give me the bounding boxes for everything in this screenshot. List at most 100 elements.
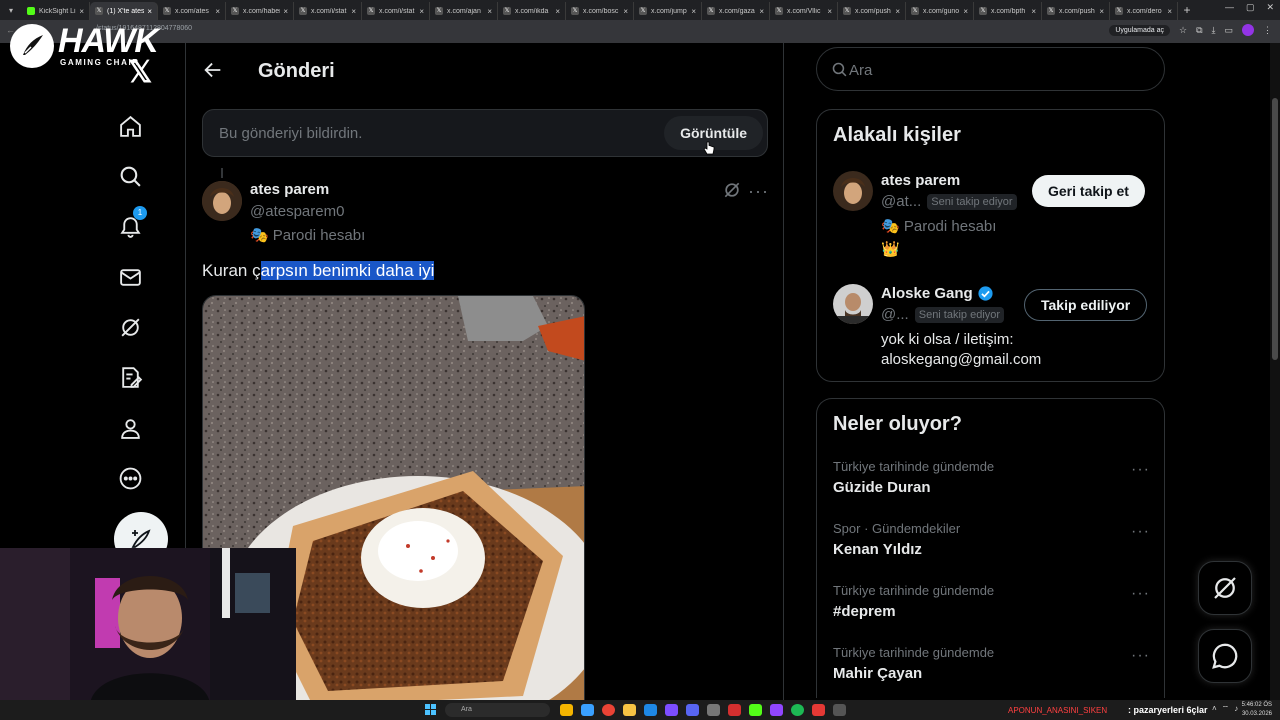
kick-icon[interactable]	[749, 704, 762, 716]
nav-explore-icon[interactable]	[116, 162, 144, 190]
browser-tab[interactable]: 𝕏x.com/ajan ×	[430, 2, 498, 20]
tab-close-icon[interactable]: ×	[759, 7, 764, 16]
trend-more-icon[interactable]: ···	[1131, 585, 1150, 603]
tweet-author-handle[interactable]: @atesparem0	[250, 203, 344, 220]
tray-chevron-icon[interactable]: ˄	[1212, 704, 1217, 714]
scrollbar-thumb[interactable]	[1272, 98, 1278, 360]
browser-tab[interactable]: 𝕏x.com/dero ×	[1110, 2, 1178, 20]
relevant-person-handle-text[interactable]: @at...	[881, 193, 921, 210]
trend-more-icon[interactable]: ···	[1131, 461, 1150, 479]
tab-close-icon[interactable]: ×	[215, 7, 220, 16]
grok-floating-button[interactable]	[1198, 561, 1252, 615]
tab-close-icon[interactable]: ×	[895, 7, 900, 16]
relevant-person-avatar[interactable]	[833, 171, 873, 211]
nav-lists-icon[interactable]	[116, 363, 144, 391]
sidebar-toggle-icon[interactable]: ▭	[1224, 25, 1233, 36]
taskbar-app-icon[interactable]	[665, 704, 678, 716]
tab-close-icon[interactable]: ×	[1167, 7, 1172, 16]
tab-close-icon[interactable]: ×	[691, 7, 696, 16]
taskbar-app-icon[interactable]	[812, 704, 825, 716]
discord-icon[interactable]	[686, 704, 699, 716]
trend-more-icon[interactable]: ···	[1131, 523, 1150, 541]
browser-tab[interactable]: 𝕏x.com/push ×	[1042, 2, 1110, 20]
tab-close-icon[interactable]: ×	[283, 7, 288, 16]
trend-item[interactable]: Türkiye tarihinde gündemde Güzide Duran …	[833, 459, 1150, 509]
browser-menu-icon[interactable]: ⋮	[1263, 25, 1272, 36]
volume-icon[interactable]: ♪	[1234, 704, 1238, 714]
windows-start-icon[interactable]	[425, 704, 436, 715]
tab-close-icon[interactable]: ×	[147, 7, 152, 16]
trend-item[interactable]: Türkiye tarihinde gündemde Mahir Çayan ·…	[833, 645, 1150, 695]
twitch-icon[interactable]	[770, 704, 783, 716]
open-in-app-button[interactable]: Uygulamada aç	[1109, 24, 1170, 36]
nav-grok-icon[interactable]	[116, 313, 144, 341]
tab-search-menu-icon[interactable]: ▾	[0, 0, 22, 20]
tweet-author-avatar[interactable]	[202, 181, 242, 221]
search-input[interactable]	[849, 56, 1139, 84]
tab-close-icon[interactable]: ×	[555, 7, 560, 16]
taskbar-app-icon[interactable]	[560, 704, 573, 716]
taskbar-app-icon[interactable]	[728, 704, 741, 716]
tweet-author-name[interactable]: ates parem	[250, 181, 329, 198]
browser-tab[interactable]: 𝕏x.com/ikda ×	[498, 2, 566, 20]
follow-back-button[interactable]: Geri takip et	[1032, 175, 1145, 207]
tab-close-icon[interactable]: ×	[351, 7, 356, 16]
tab-close-icon[interactable]: ×	[963, 7, 968, 16]
taskbar-app-icon[interactable]	[707, 704, 720, 716]
minimize-icon[interactable]: —	[1225, 2, 1234, 13]
trend-item[interactable]: Türkiye tarihinde gündemde #deprem ···	[833, 583, 1150, 633]
messages-floating-button[interactable]	[1198, 629, 1252, 683]
browser-tab[interactable]: 𝕏x.com/Vllic ×	[770, 2, 838, 20]
tweet-more-icon[interactable]: ···	[748, 181, 769, 202]
taskbar-app-icon[interactable]	[833, 704, 846, 716]
relevant-person-avatar[interactable]	[833, 284, 873, 324]
relevant-person-name[interactable]: ates parem	[881, 172, 960, 189]
nav-notifications-icon[interactable]: 1	[116, 206, 147, 240]
search-box[interactable]	[816, 47, 1165, 91]
relevant-person-handle-text[interactable]: @...	[881, 306, 909, 323]
extensions-icon[interactable]: ⧉	[1196, 25, 1202, 36]
tab-close-icon[interactable]: ×	[487, 7, 492, 16]
following-button[interactable]: Takip ediliyor	[1024, 289, 1148, 321]
browser-tab[interactable]: 𝕏x.com/haber ×	[226, 2, 294, 20]
trend-item[interactable]: Spor · Gündemdekiler Kenan Yıldız ···	[833, 521, 1150, 571]
trend-more-icon[interactable]: ···	[1131, 647, 1150, 665]
relevant-person-bio-email[interactable]: aloskegang@gmail.com	[881, 350, 1081, 370]
tab-close-icon[interactable]: ×	[79, 7, 84, 16]
browser-tab[interactable]: KickSight Li ×	[22, 2, 90, 20]
browser-tab[interactable]: 𝕏 (1) X'te ates ×	[90, 2, 158, 20]
spotify-icon[interactable]	[791, 704, 804, 716]
tab-close-icon[interactable]: ×	[1099, 7, 1104, 16]
nav-profile-icon[interactable]	[116, 414, 144, 442]
nav-home-icon[interactable]	[116, 112, 144, 140]
back-arrow-icon[interactable]	[202, 59, 224, 81]
bookmark-star-icon[interactable]: ☆	[1179, 25, 1187, 36]
network-icon[interactable]: ⌔	[1222, 704, 1230, 714]
browser-tab[interactable]: 𝕏x.com/jump ×	[634, 2, 702, 20]
taskbar-app-icon[interactable]	[581, 704, 594, 716]
tab-close-icon[interactable]: ×	[827, 7, 832, 16]
grok-explain-icon[interactable]	[722, 180, 742, 200]
close-window-icon[interactable]: ✕	[1266, 2, 1274, 13]
maximize-icon[interactable]: ▢	[1246, 2, 1255, 13]
browser-tab[interactable]: 𝕏x.com/i/stat ×	[362, 2, 430, 20]
browser-tab[interactable]: 𝕏x.com/guno ×	[906, 2, 974, 20]
browser-tab[interactable]: 𝕏x.com/bpth ×	[974, 2, 1042, 20]
browser-tab[interactable]: 𝕏x.com/push ×	[838, 2, 906, 20]
browser-tab[interactable]: 𝕏x.com/ates ×	[158, 2, 226, 20]
download-icon[interactable]: ⤓	[1212, 25, 1216, 36]
browser-tab[interactable]: 𝕏x.com/gaza ×	[702, 2, 770, 20]
chrome-icon[interactable]	[602, 704, 615, 716]
taskbar-clock[interactable]: 5:46:02 ÖS 30.03.2026	[1242, 701, 1272, 719]
browser-tab[interactable]: 𝕏x.com/bosc ×	[566, 2, 634, 20]
nav-more-icon[interactable]	[116, 464, 144, 492]
tab-close-icon[interactable]: ×	[419, 7, 424, 16]
new-tab-button[interactable]: +	[1178, 3, 1196, 17]
relevant-person-name[interactable]: Aloske Gang	[881, 285, 994, 302]
browser-tab[interactable]: 𝕏x.com/i/stat ×	[294, 2, 362, 20]
taskbar-search[interactable]: Ara	[445, 703, 550, 717]
edge-icon[interactable]	[644, 704, 657, 716]
page-scrollbar[interactable]	[1270, 43, 1280, 703]
file-explorer-icon[interactable]	[623, 704, 636, 716]
tab-close-icon[interactable]: ×	[623, 7, 628, 16]
